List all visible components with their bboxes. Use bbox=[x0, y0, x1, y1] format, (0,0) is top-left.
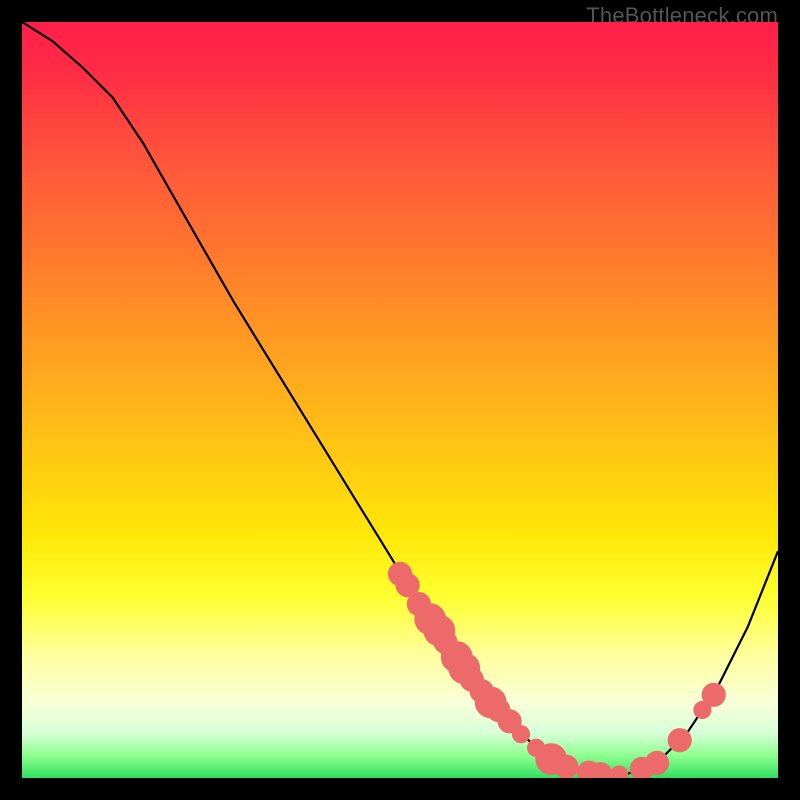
data-point bbox=[610, 766, 628, 779]
chart-container: TheBottleneck.com bbox=[0, 0, 800, 800]
data-point bbox=[702, 683, 726, 707]
data-points bbox=[388, 562, 726, 778]
data-point bbox=[554, 755, 578, 778]
data-point bbox=[645, 751, 669, 775]
curve-svg bbox=[22, 22, 778, 778]
data-point bbox=[512, 725, 530, 743]
plot-area bbox=[22, 22, 778, 778]
bottleneck-curve bbox=[22, 22, 778, 774]
data-point bbox=[668, 728, 692, 752]
